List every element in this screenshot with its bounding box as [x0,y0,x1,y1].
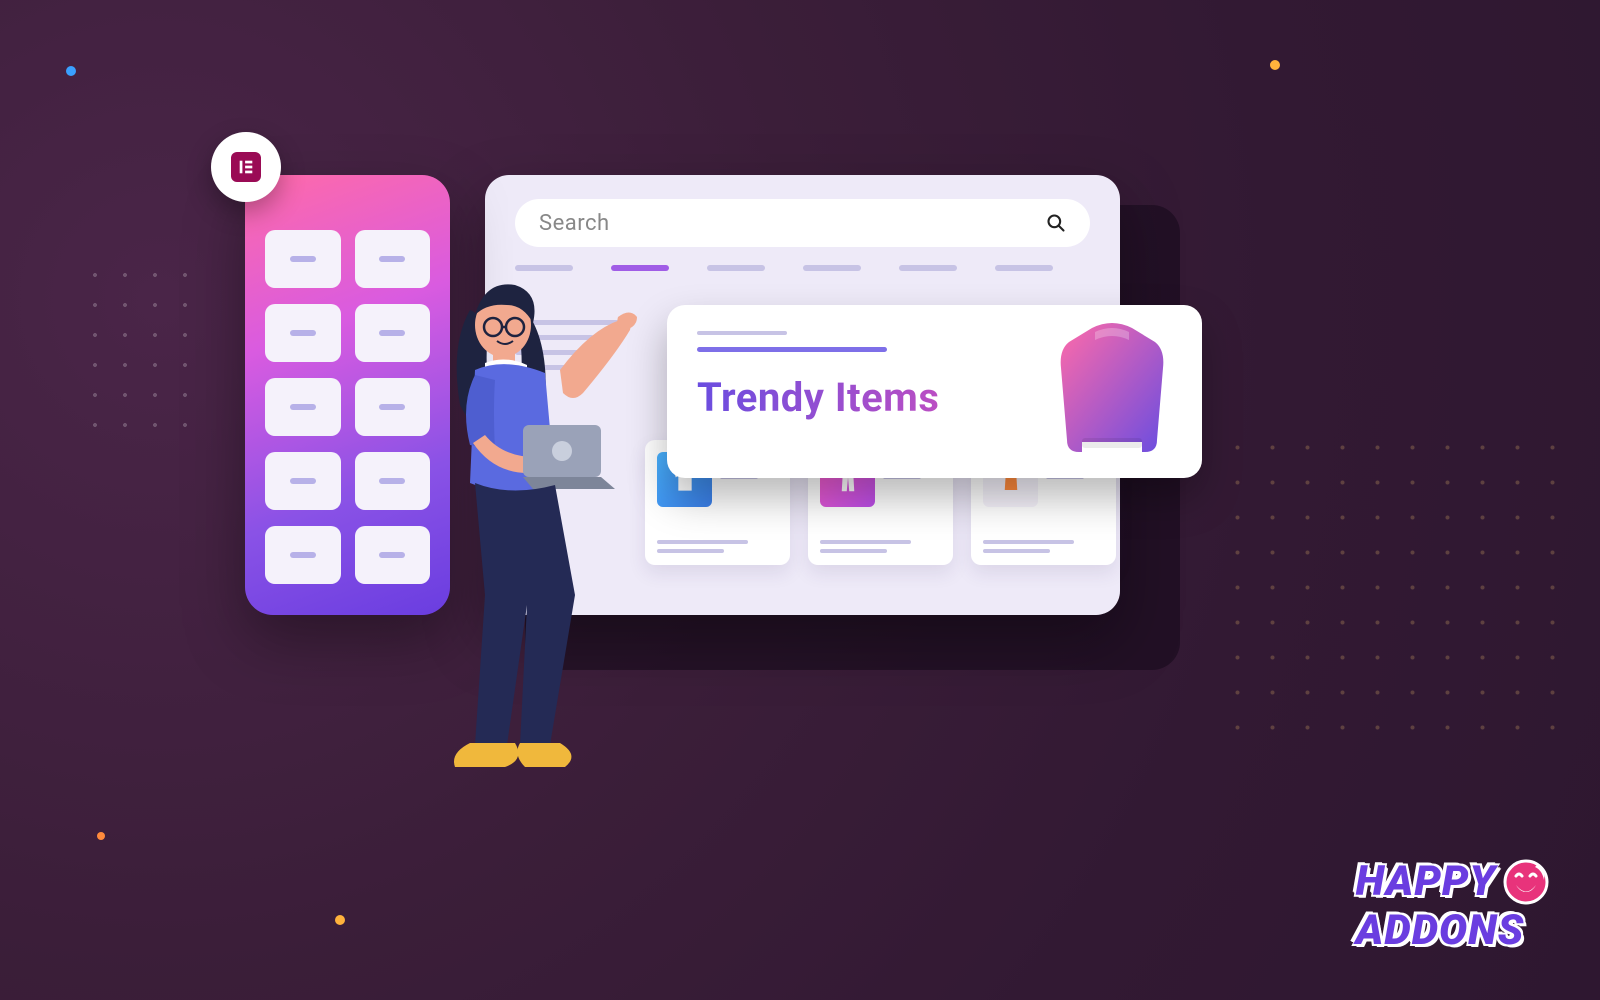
search-input[interactable]: Search [515,199,1090,247]
widget-tile[interactable] [265,304,341,362]
tab-item[interactable] [899,265,957,271]
brand-logo: HAPPY ADDONS [1356,857,1550,955]
tab-item[interactable] [707,265,765,271]
search-placeholder: Search [539,211,610,236]
search-icon [1046,213,1066,233]
placeholder-line [697,347,887,352]
illustration-stage: Search [0,0,1600,1000]
tab-bar [515,265,1053,271]
tab-item[interactable] [611,265,669,271]
dot-decoration [66,66,76,76]
brand-text-line1: HAPPY [1356,857,1496,906]
dot-decoration [97,832,105,840]
happy-face-icon [1502,858,1550,906]
dot-grid-decoration [80,260,200,430]
dot-grid-decoration [1220,430,1560,730]
elementor-icon [231,152,261,182]
dot-decoration [1270,60,1280,70]
widget-tile[interactable] [265,378,341,436]
sweater-icon [1047,320,1177,460]
widget-tile[interactable] [265,526,341,584]
trendy-callout: Trendy Items [667,305,1202,478]
character-illustration [415,275,665,805]
placeholder-line [697,331,787,335]
widget-tile[interactable] [265,230,341,288]
brand-text-line2: ADDONS [1356,906,1525,955]
dot-decoration [335,915,345,925]
elementor-badge [211,132,281,202]
tab-item[interactable] [515,265,573,271]
tab-item[interactable] [803,265,861,271]
tab-item[interactable] [995,265,1053,271]
widget-tile[interactable] [265,452,341,510]
